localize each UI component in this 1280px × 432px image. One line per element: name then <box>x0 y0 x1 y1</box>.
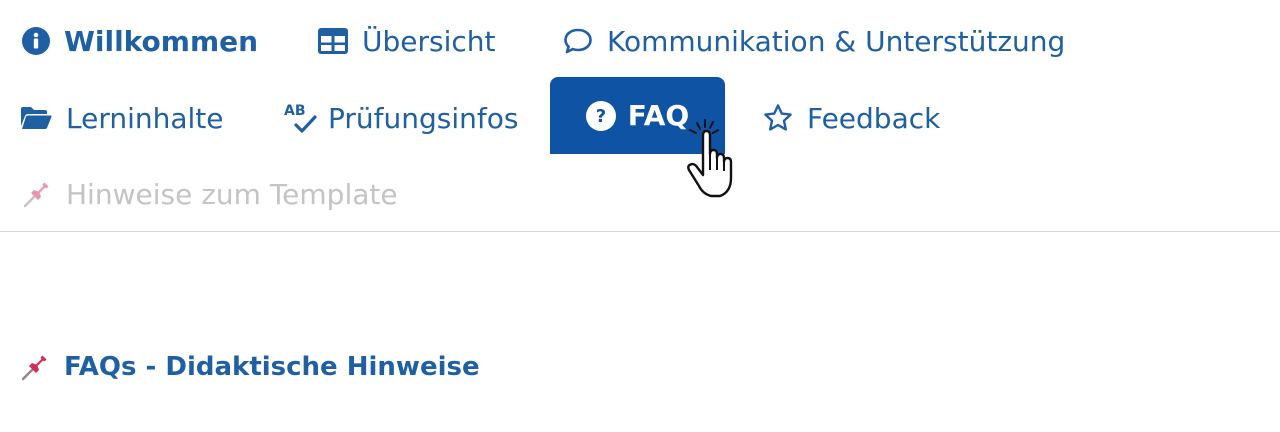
tab-label: Willkommen <box>64 24 259 58</box>
section-heading: FAQs - Didaktische Hinweise <box>20 352 480 382</box>
tab-kommunikation[interactable]: Kommunikation & Unterstützung <box>563 22 1065 60</box>
tab-label: Hinweise zum Template <box>66 177 398 211</box>
section-heading-text: FAQs - Didaktische Hinweise <box>64 352 480 382</box>
pushpin-icon <box>22 179 52 209</box>
tab-label: FAQ <box>627 99 690 132</box>
tab-uebersicht[interactable]: Übersicht <box>318 22 496 60</box>
tab-pruefungsinfos[interactable]: AB Prüfungsinfos <box>284 99 518 137</box>
tab-label: Lerninhalte <box>66 101 224 135</box>
folder-open-icon <box>20 105 52 131</box>
tab-label: Prüfungsinfos <box>328 101 519 135</box>
info-circle-icon <box>22 27 50 55</box>
tab-willkommen[interactable]: Willkommen <box>22 22 258 60</box>
speech-bubble-icon <box>563 27 593 55</box>
pushpin-icon <box>20 352 50 382</box>
table-icon <box>318 28 348 54</box>
divider <box>0 231 1280 232</box>
page: Willkommen Übersicht Kommunikation & Unt… <box>0 0 1280 432</box>
hand-pointer-cursor-icon <box>684 118 744 202</box>
tab-hinweise-template: Hinweise zum Template <box>22 175 398 213</box>
svg-text:AB: AB <box>284 103 306 119</box>
svg-text:?: ? <box>596 106 606 127</box>
tab-label: Kommunikation & Unterstützung <box>607 24 1066 58</box>
question-circle-icon: ? <box>585 100 616 131</box>
tab-label: Übersicht <box>362 24 496 58</box>
tab-lerninhalte[interactable]: Lerninhalte <box>20 99 224 137</box>
tab-label: Feedback <box>807 101 941 135</box>
tab-feedback[interactable]: Feedback <box>763 99 940 137</box>
spellcheck-icon: AB <box>284 101 318 135</box>
star-icon <box>763 103 793 133</box>
